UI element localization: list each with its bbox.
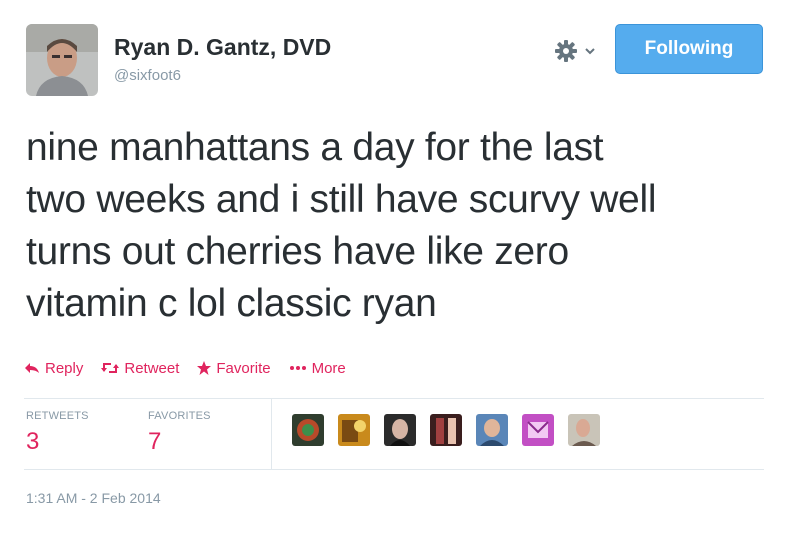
retweet-icon <box>101 362 120 374</box>
favorites-label: FAVORITES <box>148 410 211 422</box>
favorites-count: 7 <box>148 428 162 455</box>
following-button[interactable]: Following <box>615 24 763 74</box>
tweet-actions: Reply Retweet Favorite More <box>24 357 364 379</box>
favorites-stat[interactable]: FAVORITES 7 <box>148 410 211 456</box>
favoriter-avatars <box>292 414 614 446</box>
user-actions-dropdown[interactable] <box>553 36 609 66</box>
tweet-card: Ryan D. Gantz, DVD @sixfoot6 Following n… <box>0 0 790 540</box>
tweet-timestamp[interactable]: 1:31 AM - 2 Feb 2014 <box>26 490 161 506</box>
tweet-text-line: two weeks and i still have scurvy well <box>26 178 657 221</box>
more-dots-icon <box>289 365 307 371</box>
favoriter-avatar[interactable] <box>430 414 462 446</box>
divider <box>24 469 764 470</box>
favoriter-avatar[interactable] <box>384 414 416 446</box>
stats-divider <box>271 399 272 469</box>
gear-icon <box>555 40 577 62</box>
divider <box>24 398 764 399</box>
reply-label: Reply <box>45 359 84 377</box>
user-screen-name[interactable]: @sixfoot6 <box>114 67 181 84</box>
user-fullname[interactable]: Ryan D. Gantz, DVD <box>114 34 331 61</box>
favoriter-avatar[interactable] <box>568 414 600 446</box>
retweets-count: 3 <box>26 428 40 455</box>
retweet-label: Retweet <box>124 359 180 377</box>
tweet-text-line: vitamin c lol classic ryan <box>26 282 437 325</box>
more-label: More <box>311 359 346 377</box>
favoriter-avatar[interactable] <box>338 414 370 446</box>
chevron-down-icon <box>585 48 595 55</box>
tweet-text-line: turns out cherries have like zero <box>26 230 569 273</box>
star-icon <box>197 361 212 375</box>
reply-icon <box>24 362 40 374</box>
favorite-action[interactable]: Favorite <box>197 359 271 377</box>
favoriter-avatar[interactable] <box>522 414 554 446</box>
reply-action[interactable]: Reply <box>24 360 83 377</box>
retweets-stat[interactable]: RETWEETS 3 <box>26 410 89 456</box>
favoriter-avatar[interactable] <box>476 414 508 446</box>
favoriter-avatar[interactable] <box>292 414 324 446</box>
tweet-text-line: nine manhattans a day for the last <box>26 126 604 169</box>
more-action[interactable]: More <box>289 360 346 377</box>
retweets-label: RETWEETS <box>26 410 89 422</box>
avatar-photo-icon <box>26 24 98 96</box>
retweet-action[interactable]: Retweet <box>101 360 179 377</box>
favorite-label: Favorite <box>216 359 271 377</box>
user-avatar[interactable] <box>26 24 98 96</box>
tweet-text: nine manhattans a day for the last two w… <box>26 122 766 330</box>
